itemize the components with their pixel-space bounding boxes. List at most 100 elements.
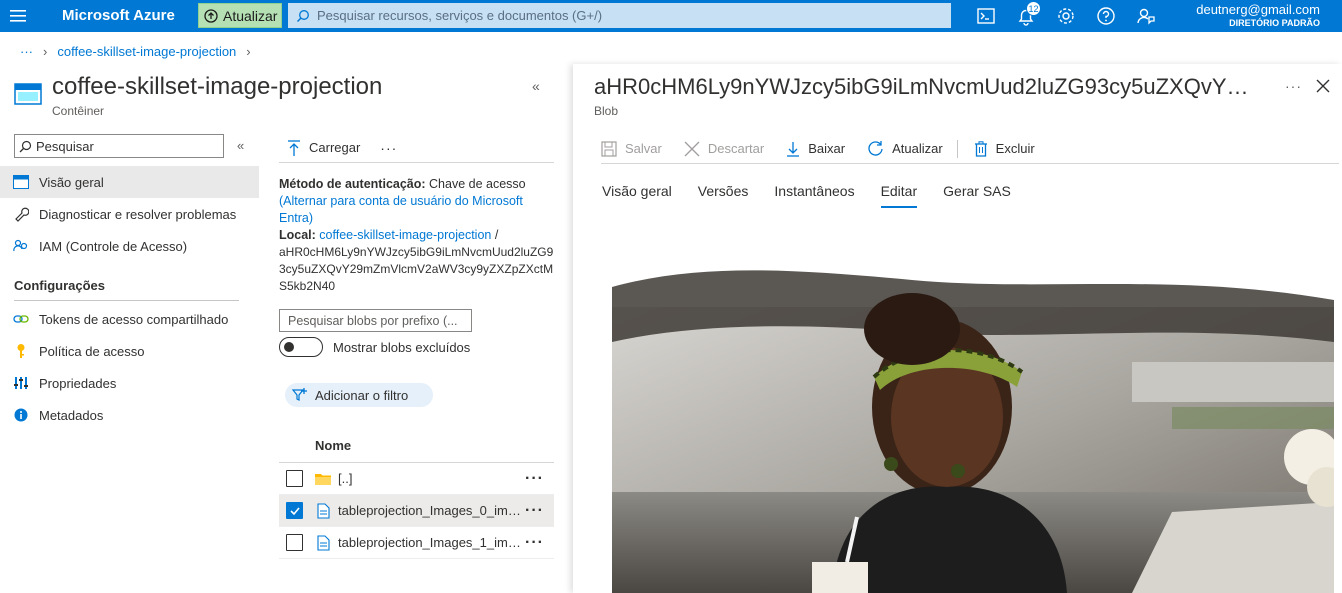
help-question-icon[interactable] <box>1095 5 1117 27</box>
list-command-bar: Carregar ··· <box>279 133 554 163</box>
menu-item-diagnose[interactable]: Diagnosticar e resolver problemas <box>0 198 259 230</box>
refresh-label: Atualizar <box>892 141 943 156</box>
row-checkbox[interactable] <box>286 470 303 487</box>
download-icon <box>787 141 800 157</box>
menu-item-sas-tokens[interactable]: Tokens de acesso compartilhado <box>0 303 259 335</box>
global-search-placeholder: Pesquisar recursos, serviços e documento… <box>317 8 603 23</box>
tab-edit[interactable]: Editar <box>880 183 918 208</box>
download-button[interactable]: Baixar <box>786 141 845 157</box>
menu-search-label: Pesquisar <box>36 138 94 154</box>
update-button[interactable]: Atualizar <box>198 3 282 28</box>
hamburger-menu-icon[interactable] <box>8 6 28 26</box>
page-subtitle: Contêiner <box>52 104 105 118</box>
tab-overview[interactable]: Visão geral <box>602 183 672 208</box>
row-checkbox[interactable] <box>286 502 303 519</box>
overview-icon <box>12 174 29 191</box>
breadcrumb-ellipsis[interactable]: ··· <box>20 44 33 59</box>
show-deleted-toggle[interactable] <box>279 337 323 357</box>
discard-x-icon <box>684 141 700 156</box>
discard-label: Descartar <box>707 141 765 156</box>
download-label: Baixar <box>808 141 846 156</box>
row-name[interactable]: [..] <box>338 471 521 486</box>
save-button[interactable]: Salvar <box>601 140 662 157</box>
filter-add-icon <box>291 388 307 401</box>
location-path: aHR0cHM6Ly9nYWJzcy5ibG9iLmNvcmUud2luZG93… <box>279 245 554 293</box>
chevron-right-icon: › <box>246 44 251 59</box>
search-icon <box>296 9 309 22</box>
cloud-shell-icon[interactable] <box>975 5 997 27</box>
container-icon <box>14 83 42 105</box>
breadcrumb-container-link[interactable]: coffee-skillset-image-projection <box>57 44 236 59</box>
save-label: Salvar <box>625 141 662 156</box>
row-more-button[interactable]: ··· <box>525 534 544 552</box>
tab-snapshots[interactable]: Instantâneos <box>774 183 854 208</box>
switch-auth-link[interactable]: (Alternar para conta de usuário do Micro… <box>279 193 554 227</box>
feedback-icon[interactable] <box>1135 5 1157 27</box>
menu-search-input[interactable]: Pesquisar <box>14 134 224 158</box>
properties-icon <box>12 375 29 392</box>
notification-count-badge: 12 <box>1026 1 1041 16</box>
arrow-up-circle-icon <box>204 8 218 23</box>
row-name[interactable]: tableprojection_Images_0_imgage.jpg <box>338 503 521 518</box>
discard-button[interactable]: Descartar <box>684 141 764 157</box>
list-row-parent[interactable]: [..] ··· <box>279 463 554 495</box>
menu-item-properties[interactable]: Propriedades <box>0 367 259 399</box>
menu-item-metadata[interactable]: Metadados <box>0 399 259 431</box>
menu-item-iam[interactable]: IAM (Controle de Acesso) <box>0 230 259 262</box>
refresh-icon <box>868 141 883 156</box>
blob-image-preview <box>612 232 1334 593</box>
upload-button[interactable]: Carregar <box>309 140 360 155</box>
location-separator: / <box>494 228 499 242</box>
account-menu[interactable]: deutnerg@gmail.com DIRETÓRIO PADRÃO <box>1196 2 1320 28</box>
menu-section-heading: Configurações <box>14 278 106 293</box>
menu-item-label: Metadados <box>39 407 104 423</box>
add-filter-label: Adicionar o filtro <box>315 387 409 403</box>
global-search-input[interactable]: Pesquisar recursos, serviços e documento… <box>288 3 951 28</box>
blob-subtitle: Blob <box>594 104 619 118</box>
blob-command-bar: Salvar Descartar Baixar Atualizar Exclui… <box>601 134 1339 164</box>
name-column-header[interactable]: Nome <box>279 430 554 463</box>
menu-item-label: Visão geral <box>39 174 104 190</box>
blob-title: aHR0cHM6Ly9nYWJzcy5ibG9iLmNvcmUud2luZG93… <box>594 74 1254 99</box>
row-checkbox[interactable] <box>286 534 303 551</box>
blade-more-button[interactable]: ··· <box>1285 78 1302 94</box>
blob-prefix-search-input[interactable]: Pesquisar blobs por prefixo (... <box>279 309 472 332</box>
refresh-button[interactable]: Atualizar <box>867 140 943 157</box>
chevron-right-icon: › <box>43 44 48 59</box>
row-name[interactable]: tableprojection_Images_1_imgage.jpg <box>338 535 521 550</box>
auth-method-value: Chave de acesso <box>429 177 526 191</box>
key-icon <box>12 343 29 360</box>
add-filter-button[interactable]: Adicionar o filtro <box>285 383 433 407</box>
settings-gear-icon[interactable] <box>1055 5 1077 27</box>
delete-button[interactable]: Excluir <box>974 140 1035 157</box>
list-more-button[interactable]: ··· <box>380 140 397 156</box>
list-row-image-1[interactable]: tableprojection_Images_1_imgage.jpg ··· <box>279 527 554 559</box>
azure-brand-link[interactable]: Microsoft Azure <box>62 7 175 24</box>
show-deleted-label: Mostrar blobs excluídos <box>333 339 471 355</box>
file-icon <box>315 502 331 519</box>
collapse-menu-icon[interactable]: « <box>237 138 244 153</box>
menu-item-overview[interactable]: Visão geral <box>0 166 259 198</box>
row-more-button[interactable]: ··· <box>525 502 544 520</box>
menu-item-label: Propriedades <box>39 375 117 391</box>
location-container-link[interactable]: coffee-skillset-image-projection <box>319 228 491 242</box>
menu-item-access-policy[interactable]: Política de acesso <box>0 335 259 367</box>
save-icon <box>601 140 617 157</box>
people-icon <box>12 238 29 255</box>
tab-generate-sas[interactable]: Gerar SAS <box>943 183 1011 208</box>
close-icon[interactable] <box>1315 78 1331 94</box>
link-icon <box>12 311 29 328</box>
auth-method-label: Método de autenticação: <box>279 177 426 191</box>
account-directory: DIRETÓRIO PADRÃO <box>1229 18 1320 28</box>
folder-icon <box>315 471 331 487</box>
menu-item-label: Política de acesso <box>39 343 145 359</box>
delete-label: Excluir <box>995 141 1035 156</box>
row-more-button[interactable]: ··· <box>525 470 544 488</box>
blob-tabs: Visão geral Versões Instantâneos Editar … <box>602 183 1011 208</box>
menu-item-label: Tokens de acesso compartilhado <box>39 311 229 327</box>
collapse-blade-icon[interactable]: « <box>532 78 540 94</box>
upload-icon[interactable] <box>285 139 303 157</box>
tab-versions[interactable]: Versões <box>698 183 749 208</box>
wrench-icon <box>12 206 29 223</box>
list-row-image-0[interactable]: tableprojection_Images_0_imgage.jpg ··· <box>279 495 554 527</box>
